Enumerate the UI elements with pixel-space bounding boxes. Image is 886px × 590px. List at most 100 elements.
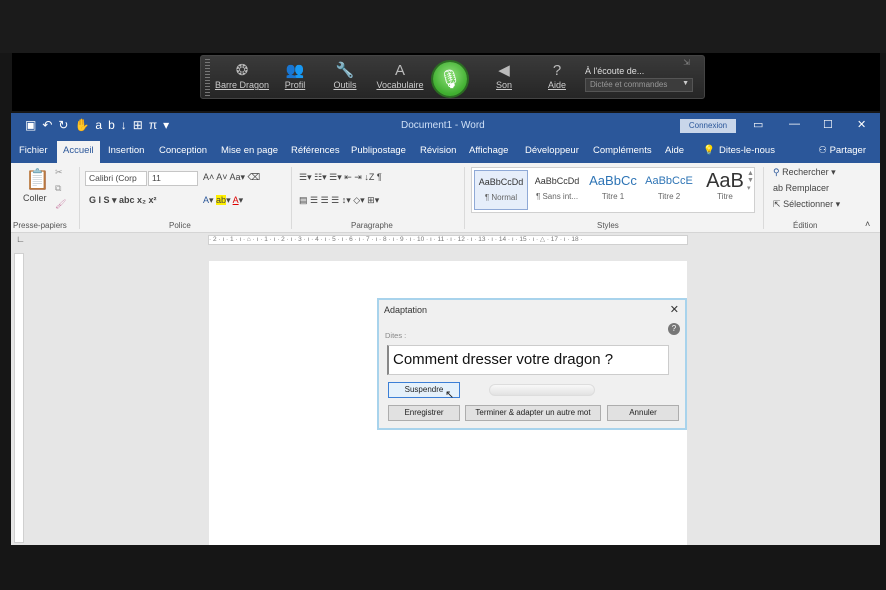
profil-button[interactable]: 👥 Profil bbox=[277, 62, 313, 90]
group-presse-papiers: Presse-papiers bbox=[13, 221, 67, 230]
annuler-button[interactable]: Annuler bbox=[607, 405, 679, 421]
ribbon: 📋 Coller ✂ ⧉ 🖌 Presse-papiers Calibri (C… bbox=[11, 163, 880, 233]
outils-button[interactable]: 🔧 Outils bbox=[327, 62, 363, 90]
redo-icon[interactable]: ↻ bbox=[58, 118, 74, 132]
speaker-icon: ◀ bbox=[498, 62, 510, 79]
mode-select[interactable]: Dictée et commandes ▼ bbox=[585, 78, 693, 92]
horizontal-ruler[interactable]: · 2 · ı · 1 · ı · ⌂ · ı · 1 · ı · 2 · ı … bbox=[208, 235, 688, 245]
coller-button[interactable]: Coller bbox=[23, 193, 47, 203]
lightbulb-icon: 💡 bbox=[703, 145, 715, 156]
style-titre-1[interactable]: AaBbCc Titre 1 bbox=[586, 170, 640, 210]
style-normal[interactable]: AaBbCcDd ¶ Normal bbox=[474, 170, 528, 210]
sort-icon[interactable]: ↓ bbox=[121, 118, 133, 132]
chevron-down-icon: ▼ bbox=[682, 80, 689, 87]
style-titre-2[interactable]: AaBbCcE Titre 2 bbox=[642, 170, 696, 210]
microphone-icon: 🎙 bbox=[438, 69, 462, 89]
microphone-button[interactable]: 🎙 bbox=[433, 62, 467, 96]
spelling-icon[interactable]: ab bbox=[95, 118, 120, 132]
replace-icon: ab bbox=[773, 183, 784, 193]
tab-mise-en-page[interactable]: Mise en page bbox=[221, 145, 278, 156]
tab-complements[interactable]: Compléments bbox=[593, 145, 652, 156]
progress-bar bbox=[489, 384, 595, 396]
drag-grip-icon[interactable] bbox=[205, 59, 210, 96]
tab-accueil[interactable]: Accueil bbox=[57, 141, 100, 163]
cursor-icon: ⇱ bbox=[773, 199, 781, 209]
tab-aide[interactable]: Aide bbox=[665, 145, 684, 156]
divider bbox=[464, 167, 465, 229]
tab-revision[interactable]: Révision bbox=[420, 145, 456, 156]
tab-developpeur[interactable]: Développeur bbox=[525, 145, 579, 156]
adaptation-dialog: Adaptation ✕ Dites : ? Comment dresser v… bbox=[377, 298, 687, 430]
quick-access-toolbar: ▣↶↻✋ab↓⊞π▾ bbox=[25, 118, 175, 132]
ribbon-display-icon[interactable]: ▭ bbox=[753, 118, 763, 131]
barre-dragon-button[interactable]: ❂ Barre Dragon bbox=[213, 62, 271, 90]
cut-icon[interactable]: ✂ bbox=[55, 167, 63, 178]
help-icon[interactable]: ? bbox=[668, 323, 680, 335]
selectionner-button[interactable]: ⇱ Sélectionner ▾ bbox=[773, 199, 840, 210]
tab-fichier[interactable]: Fichier bbox=[19, 145, 48, 156]
dragon-flame-icon: ❂ bbox=[235, 62, 249, 79]
close-icon[interactable]: ✕ bbox=[857, 118, 866, 131]
vocabulaire-button[interactable]: A Vocabulaire bbox=[373, 62, 427, 90]
group-paragraphe: Paragraphe bbox=[351, 221, 393, 230]
undo-icon[interactable]: ↶ bbox=[42, 118, 58, 132]
mouse-pointer-icon: ↖ bbox=[445, 389, 455, 401]
equation-icon[interactable]: π bbox=[149, 118, 163, 132]
tab-selector-icon[interactable]: ∟ bbox=[16, 234, 25, 244]
text-format-buttons[interactable]: G I S ▾ abc x₂ x² bbox=[89, 195, 157, 206]
collapse-ribbon-icon[interactable]: ˄ bbox=[865, 219, 870, 229]
ribbon-tabs: Fichier Accueil Insertion Conception Mis… bbox=[11, 139, 880, 163]
maximize-icon[interactable]: ☐ bbox=[823, 118, 833, 131]
divider bbox=[291, 167, 292, 229]
dragon-bar: ❂ Barre Dragon 👥 Profil 🔧 Outils A Vocab… bbox=[200, 55, 705, 99]
tell-me-search[interactable]: Dites-le-nous bbox=[719, 145, 775, 156]
paste-icon[interactable]: 📋 bbox=[25, 167, 50, 192]
format-painter-icon[interactable]: 🖌 bbox=[55, 199, 66, 210]
font-size-buttons[interactable]: A˄ A˅ Aa▾ ⌫ bbox=[203, 172, 260, 183]
copy-icon[interactable]: ⧉ bbox=[55, 183, 61, 194]
style-sans-interligne[interactable]: AaBbCcDd ¶ Sans int... bbox=[530, 170, 584, 210]
tab-affichage[interactable]: Affichage bbox=[469, 145, 508, 156]
ruler-row: ∟ · 2 · ı · 1 · ı · ⌂ · ı · 1 · ı · 2 · … bbox=[11, 233, 880, 247]
aide-button[interactable]: ? Aide bbox=[541, 62, 573, 90]
touch-icon[interactable]: ✋ bbox=[74, 118, 95, 132]
minimize-icon[interactable]: — bbox=[789, 118, 800, 130]
rechercher-button[interactable]: ⚲ Rechercher ▾ bbox=[773, 167, 836, 178]
group-police: Police bbox=[169, 221, 191, 230]
divider bbox=[79, 167, 80, 229]
vocabulary-icon: A bbox=[394, 62, 405, 79]
enregistrer-button[interactable]: Enregistrer bbox=[388, 405, 460, 421]
font-size-select[interactable]: 11 bbox=[148, 171, 198, 186]
group-edition: Édition bbox=[793, 221, 818, 230]
vertical-ruler bbox=[14, 253, 24, 543]
style-titre[interactable]: AaB Titre bbox=[698, 170, 752, 210]
profile-users-icon: 👥 bbox=[285, 62, 305, 79]
customize-icon[interactable]: ▾ bbox=[163, 118, 175, 132]
align-buttons[interactable]: ▤ ☰ ☰ ☰ ↕▾ ◇▾ ⊞▾ bbox=[299, 195, 379, 206]
table-icon[interactable]: ⊞ bbox=[133, 118, 149, 132]
connexion-button[interactable]: Connexion bbox=[680, 119, 736, 133]
save-icon[interactable]: ▣ bbox=[25, 118, 42, 132]
list-buttons[interactable]: ☰▾ ☷▾ ☰▾ ⇤ ⇥ ↓Z ¶ bbox=[299, 172, 382, 183]
phrase-field[interactable]: Comment dresser votre dragon ? bbox=[387, 345, 669, 375]
group-styles: Styles bbox=[597, 221, 619, 230]
dialog-title: Adaptation bbox=[384, 305, 428, 315]
terminer-button[interactable]: Terminer & adapter un autre mot bbox=[465, 405, 601, 421]
pin-icon[interactable]: ⇲ bbox=[683, 58, 690, 67]
font-name-select[interactable]: Calibri (Corp bbox=[85, 171, 147, 186]
close-icon[interactable]: ✕ bbox=[670, 303, 679, 316]
son-button[interactable]: ◀ Son bbox=[489, 62, 519, 90]
text-color-buttons[interactable]: A▾ ab▾ A▾ bbox=[203, 195, 243, 206]
tab-conception[interactable]: Conception bbox=[159, 145, 207, 156]
remplacer-button[interactable]: ab Remplacer bbox=[773, 183, 829, 193]
listening-status: À l'écoute de... bbox=[585, 66, 645, 76]
tab-references[interactable]: Références bbox=[291, 145, 340, 156]
top-letterbox bbox=[0, 0, 886, 53]
search-icon: ⚲ bbox=[773, 167, 780, 177]
tab-insertion[interactable]: Insertion bbox=[108, 145, 144, 156]
divider bbox=[763, 167, 764, 229]
styles-scroll-icon[interactable]: ▲ ▼ ▾ bbox=[747, 170, 754, 192]
partager-button[interactable]: ⚇ Partager bbox=[818, 145, 866, 156]
title-bar: ▣↶↻✋ab↓⊞π▾ Document1 - Word Connexion ▭ … bbox=[11, 113, 880, 139]
tab-publipostage[interactable]: Publipostage bbox=[351, 145, 406, 156]
